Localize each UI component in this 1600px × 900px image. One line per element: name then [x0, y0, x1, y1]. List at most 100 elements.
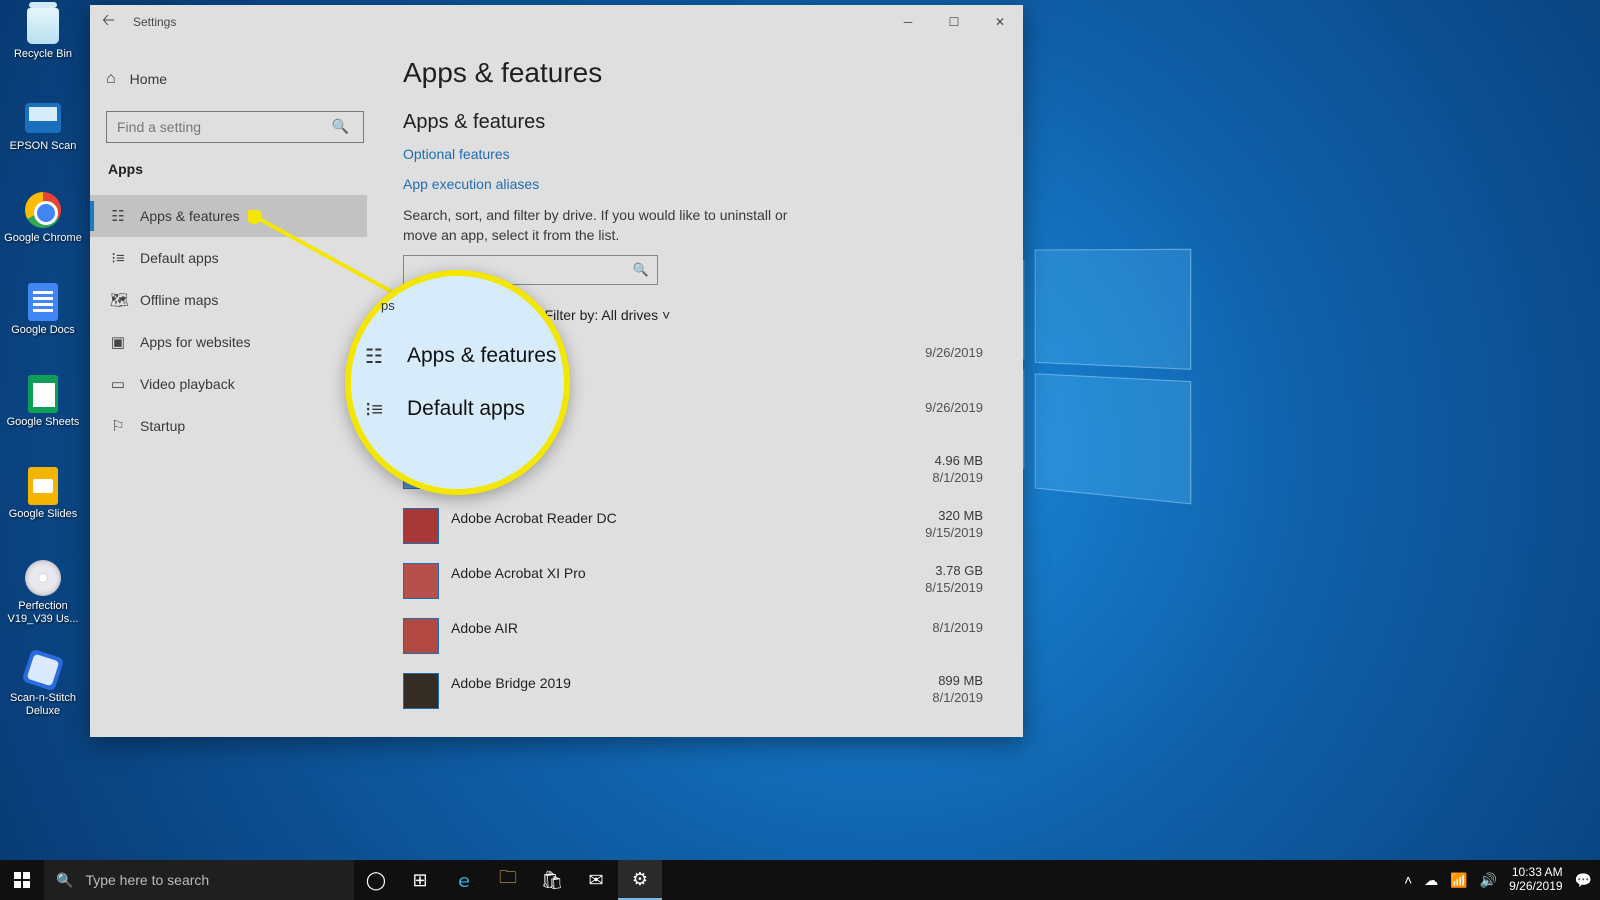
home-icon: ⌂ [106, 70, 116, 88]
app-list-item[interactable]: Adobe Acrobat XI Pro3.78 GB8/15/2019 [403, 563, 1023, 618]
cd-icon [25, 560, 61, 596]
startup-icon: ⚐ [110, 417, 126, 435]
map-icon: 🗺 [110, 291, 126, 309]
taskbar-task-view[interactable]: ⊞ [398, 860, 442, 900]
highlight-row-label: Apps & features [407, 344, 556, 368]
link-optional-features[interactable]: Optional features [403, 146, 1023, 162]
highlight-row-label: Default apps [407, 397, 525, 421]
settings-search[interactable]: 🔍 [106, 111, 367, 143]
sidebar-item-startup[interactable]: ⚐ Startup [90, 405, 367, 447]
stitch-icon [22, 649, 65, 692]
app-size: 320 MB [903, 508, 983, 523]
desktop-icon-google-slides[interactable]: Google Slides [4, 466, 82, 554]
desktop-icon-scan-n-stitch[interactable]: Scan-n-Stitch Deluxe [4, 650, 82, 738]
sidebar-item-apps-websites[interactable]: ▣ Apps for websites [90, 321, 367, 363]
maximize-button[interactable]: ☐ [931, 5, 977, 39]
sidebar-nav: ☷ Apps & features ⁝≡ Default apps 🗺 Offline… [90, 195, 367, 447]
taskbar-edge[interactable]: ｅ [442, 860, 486, 900]
app-date: 8/1/2019 [903, 690, 983, 705]
tray-network-icon[interactable]: 📶 [1450, 872, 1467, 889]
sidebar-item-label: Apps & features [140, 208, 240, 224]
app-date: 9/15/2019 [903, 525, 983, 540]
desktop-icon-recycle-bin[interactable]: Recycle Bin [4, 6, 82, 94]
search-icon: 🔍 [332, 118, 349, 135]
taskbar-search-placeholder: Type here to search [85, 872, 209, 888]
app-date: 8/1/2019 [903, 620, 983, 635]
app-icon [403, 508, 439, 544]
recycle-bin-icon [27, 8, 59, 44]
app-date: 8/1/2019 [903, 470, 983, 485]
sheets-icon [28, 375, 58, 413]
page-title: Apps & features [403, 57, 1023, 89]
sidebar-item-label: Startup [140, 418, 185, 434]
windows-icon [14, 872, 30, 888]
tray-overflow-icon[interactable]: ˄ [1404, 872, 1412, 888]
app-name: Adobe Acrobat Reader DC [451, 508, 903, 526]
desktop-icon-epson-scan[interactable]: EPSON Scan [4, 98, 82, 186]
taskbar: 🔍 Type here to search ◯ ⊞ ｅ 🗀 🛍 ✉ ⚙ ˄ ☁ … [0, 860, 1600, 900]
list-icon: ☷ [365, 344, 389, 369]
tray-clock[interactable]: 10:33 AM 9/26/2019 [1509, 866, 1562, 894]
sidebar-item-offline-maps[interactable]: 🗺 Offline maps [90, 279, 367, 321]
desktop-icon-label: Scan-n-Stitch Deluxe [4, 692, 82, 717]
app-size: 899 MB [903, 673, 983, 688]
sidebar-item-label: Video playback [140, 376, 235, 392]
app-date: 8/15/2019 [903, 580, 983, 595]
scanner-icon [25, 103, 61, 133]
tray-volume-icon[interactable]: 🔊 [1480, 872, 1497, 889]
taskbar-cortana[interactable]: ◯ [354, 860, 398, 900]
desktop-icon-label: EPSON Scan [10, 140, 77, 153]
desktop-icon-label: Google Docs [11, 324, 75, 337]
defaults-icon: ⁝≡ [365, 397, 389, 422]
settings-search-input[interactable] [106, 111, 364, 143]
section-title: Apps & features [403, 111, 1023, 134]
desktop-icon-chrome[interactable]: Google Chrome [4, 190, 82, 278]
taskbar-store[interactable]: 🛍 [530, 860, 574, 900]
sidebar-item-label: Offline maps [140, 292, 218, 308]
highlight-corner-text: ps [381, 298, 395, 313]
start-button[interactable] [0, 860, 44, 900]
video-icon: ▭ [110, 375, 126, 393]
system-tray: ˄ ☁ 📶 🔊 10:33 AM 9/26/2019 💬 [1404, 866, 1600, 894]
desktop-icon-google-docs[interactable]: Google Docs [4, 282, 82, 370]
link-app-execution-aliases[interactable]: App execution aliases [403, 176, 1023, 192]
app-list-item[interactable]: Adobe AIR8/1/2019 [403, 618, 1023, 673]
desktop-icon-perfection[interactable]: Perfection V19_V39 Us... [4, 558, 82, 646]
app-name: Adobe AIR [451, 618, 903, 636]
back-button[interactable]: 🡠 [102, 9, 115, 36]
filter-by[interactable]: Filter by: All drives ˅ [545, 307, 671, 323]
desktop-icon-label: Recycle Bin [14, 48, 72, 61]
sidebar-item-label: Default apps [140, 250, 219, 266]
taskbar-search[interactable]: 🔍 Type here to search [44, 860, 354, 900]
sidebar-item-apps-features[interactable]: ☷ Apps & features [90, 195, 367, 237]
app-name: Adobe Bridge 2019 [451, 673, 903, 691]
app-icon [403, 618, 439, 654]
sidebar-item-video-playback[interactable]: ▭ Video playback [90, 363, 367, 405]
sidebar-item-default-apps[interactable]: ⁝≡ Default apps [90, 237, 367, 279]
desktop-icon-google-sheets[interactable]: Google Sheets [4, 374, 82, 462]
website-icon: ▣ [110, 333, 126, 351]
desktop-icons: Recycle Bin EPSON Scan Google Chrome Goo… [4, 6, 84, 742]
sidebar-section-title: Apps [108, 161, 367, 177]
app-list-item[interactable]: Adobe Bridge 2019899 MB 8/1/2019 [403, 673, 1023, 728]
taskbar-mail[interactable]: ✉ [574, 860, 618, 900]
tray-notifications-icon[interactable]: 💬 [1575, 872, 1592, 889]
app-list-item[interactable]: Adobe Acrobat Reader DC320 MB 9/15/2019 [403, 508, 1023, 563]
taskbar-file-explorer[interactable]: 🗀 [486, 860, 530, 900]
desktop-icon-label: Google Slides [9, 508, 78, 521]
desktop-icon-label: Google Sheets [7, 416, 80, 429]
chevron-down-icon: ˅ [662, 307, 670, 323]
tutorial-highlight-circle: ps ☷ Apps & features ⁝≡ Default apps [345, 270, 570, 495]
minimize-button[interactable]: ─ [885, 5, 931, 39]
sidebar-item-label: Apps for websites [140, 334, 251, 350]
app-icon [403, 563, 439, 599]
defaults-icon: ⁝≡ [110, 249, 126, 267]
list-icon: ☷ [110, 207, 126, 225]
sidebar-item-home[interactable]: ⌂ Home [106, 59, 367, 99]
taskbar-settings[interactable]: ⚙ [618, 860, 662, 900]
tray-onedrive-icon[interactable]: ☁ [1424, 872, 1438, 889]
slides-icon [28, 467, 58, 505]
app-size: 4.96 MB [903, 453, 983, 468]
chrome-icon [25, 192, 61, 228]
close-button[interactable]: ✕ [977, 5, 1023, 39]
